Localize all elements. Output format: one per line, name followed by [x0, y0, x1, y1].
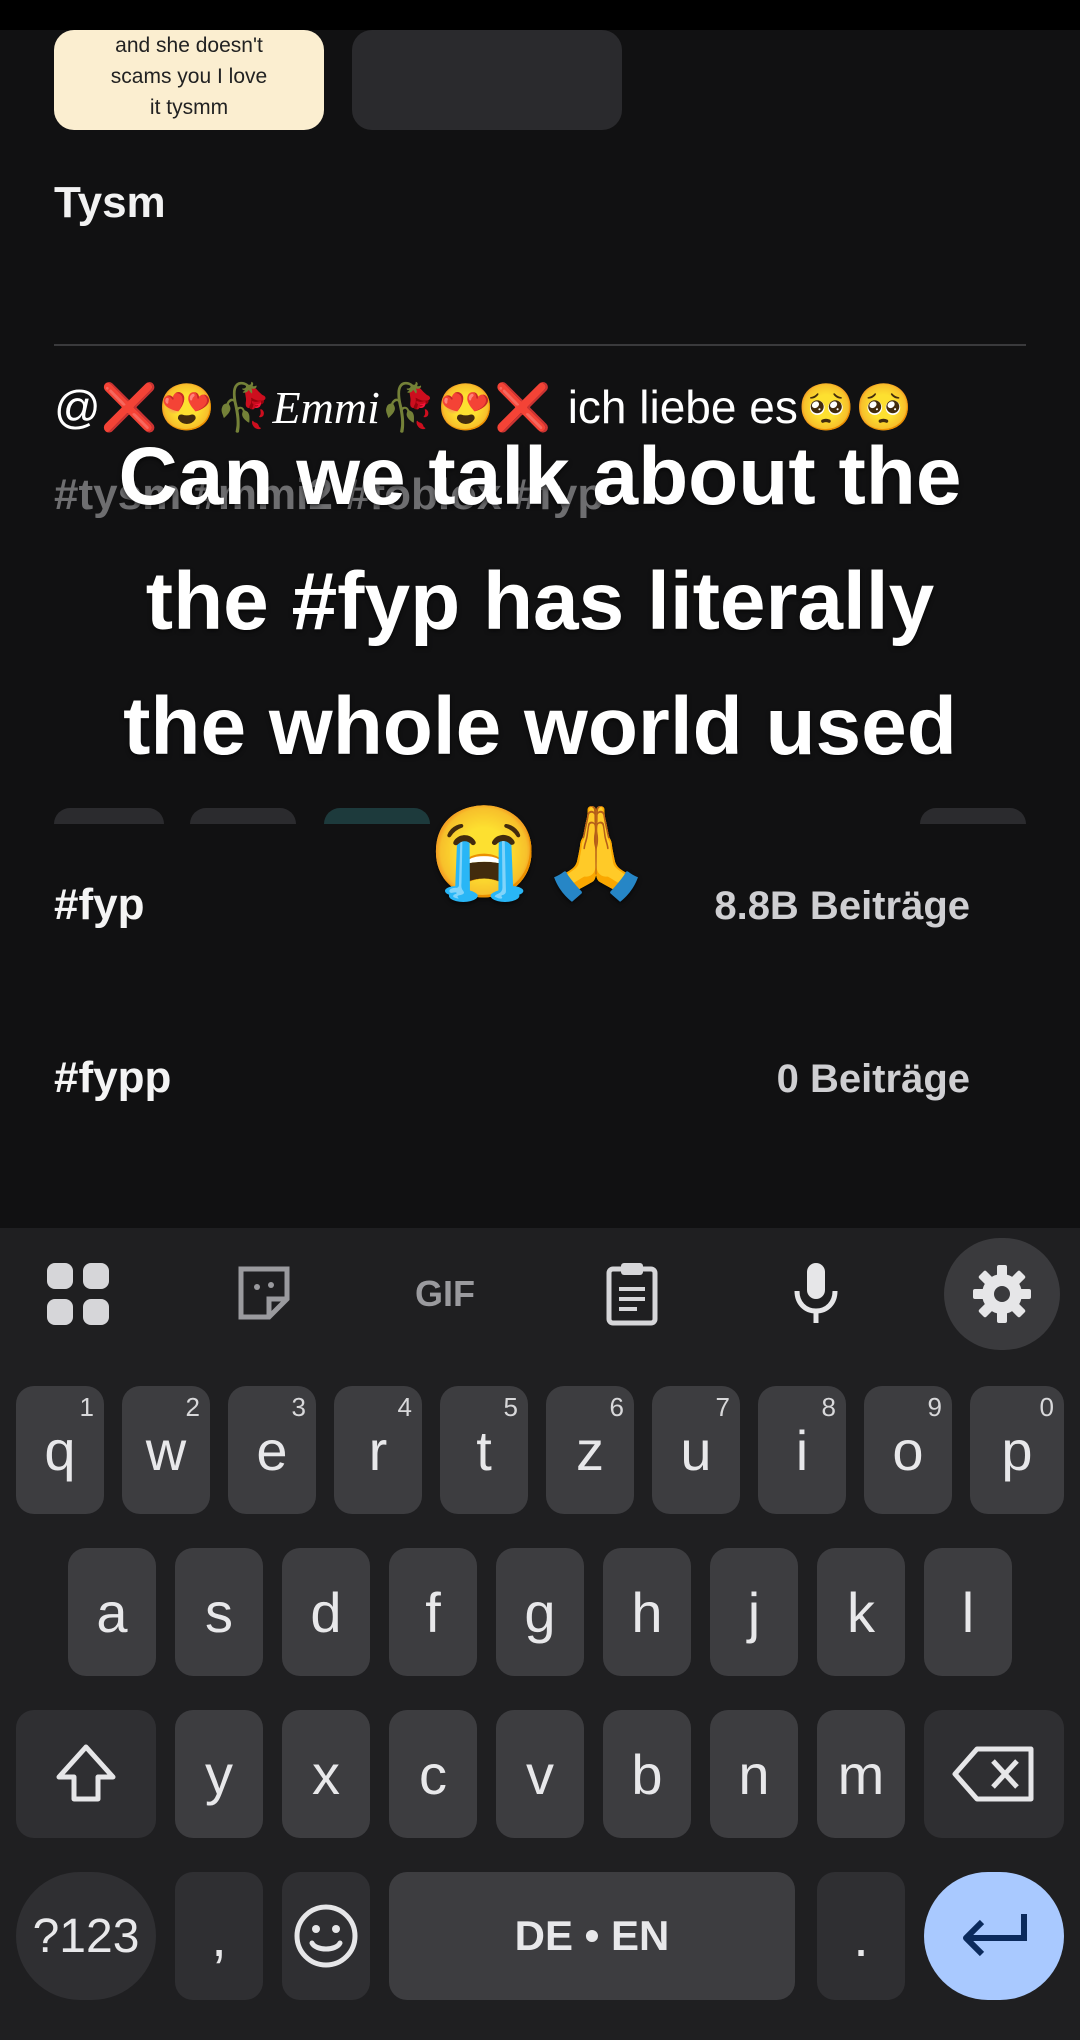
backspace-key[interactable]	[924, 1710, 1064, 1838]
enter-icon	[963, 1914, 1027, 1957]
card-text-line-1: and she doesn't	[115, 34, 263, 57]
overlay-caption-line-1: Can we talk about the	[118, 431, 962, 522]
microphone-icon[interactable]	[776, 1258, 856, 1330]
key-s[interactable]: s	[175, 1548, 263, 1676]
emoji-icon	[294, 1904, 358, 1968]
key-v[interactable]: v	[496, 1710, 584, 1838]
key-l[interactable]: l	[924, 1548, 1012, 1676]
status-strip	[0, 0, 1080, 30]
key-m[interactable]: m	[817, 1710, 905, 1838]
key-f[interactable]: f	[389, 1548, 477, 1676]
emoji-key[interactable]	[282, 1872, 370, 2000]
key-a[interactable]: a	[68, 1548, 156, 1676]
clipboard-icon[interactable]	[592, 1258, 672, 1330]
hashtag-suggestion-fypp[interactable]: #fypp	[54, 1053, 171, 1103]
key-x[interactable]: x	[282, 1710, 370, 1838]
sticker-icon[interactable]	[224, 1258, 304, 1330]
space-key[interactable]: DE • EN	[389, 1872, 795, 2000]
key-y[interactable]: y	[175, 1710, 263, 1838]
key-j[interactable]: j	[710, 1548, 798, 1676]
card-text-line-3: it tysmm	[149, 96, 229, 119]
gear-icon[interactable]	[944, 1238, 1060, 1350]
key-p[interactable]: p0	[970, 1386, 1064, 1514]
key-c[interactable]: c	[389, 1710, 477, 1838]
shift-key[interactable]	[16, 1710, 156, 1838]
key-g[interactable]: g	[496, 1548, 584, 1676]
key-k[interactable]: k	[817, 1548, 905, 1676]
key-i[interactable]: i8	[758, 1386, 846, 1514]
video-thumbnail-card-empty[interactable]	[352, 30, 622, 130]
overlay-caption-line-3: the whole world used	[123, 681, 957, 772]
key-o[interactable]: o9	[864, 1386, 952, 1514]
shift-icon	[56, 1744, 116, 1802]
hashtag-count-fyp: 8.8B Beiträge	[714, 884, 970, 928]
enter-key[interactable]	[924, 1872, 1064, 2000]
chip[interactable]	[190, 808, 296, 824]
key-d[interactable]: d	[282, 1548, 370, 1676]
post-caption: Tysm	[54, 178, 166, 227]
key-w[interactable]: w2	[122, 1386, 210, 1514]
key-b[interactable]: b	[603, 1710, 691, 1838]
comment-body: ich liebe es🥺🥺	[567, 381, 913, 433]
apps-grid-icon[interactable]	[38, 1258, 118, 1330]
key-e[interactable]: e3	[228, 1386, 316, 1514]
comma-key[interactable]: ,	[175, 1872, 263, 2000]
chip[interactable]	[324, 808, 430, 824]
key-u[interactable]: u7	[652, 1386, 740, 1514]
divider	[54, 344, 1026, 346]
chip[interactable]	[54, 808, 164, 824]
key-r[interactable]: r4	[334, 1386, 422, 1514]
comment-input-text[interactable]: @❌😍🥀Emmi🥀😍❌ ich liebe es🥺🥺	[54, 380, 912, 435]
symbols-key[interactable]: ?123	[16, 1872, 156, 2000]
chip[interactable]	[920, 808, 1026, 824]
mention-name: Emmi	[272, 382, 380, 433]
gif-button[interactable]: GIF	[405, 1258, 485, 1330]
key-q[interactable]: q1	[16, 1386, 104, 1514]
hashtag-count-fypp: 0 Beiträge	[776, 1057, 970, 1101]
key-n[interactable]: n	[710, 1710, 798, 1838]
video-thumbnail-card[interactable]: and she doesn't scams you I love it tysm…	[54, 30, 324, 130]
mention-suffix: 🥀😍❌	[379, 381, 552, 433]
key-h[interactable]: h	[603, 1548, 691, 1676]
key-z[interactable]: z6	[546, 1386, 634, 1514]
hashtag-suggestion-fyp[interactable]: #fyp	[54, 880, 144, 930]
mention-prefix: @❌😍🥀	[54, 381, 273, 433]
key-t[interactable]: t5	[440, 1386, 528, 1514]
overlay-caption-line-2: the #fyp has literally	[145, 556, 935, 647]
period-key[interactable]: .	[817, 1872, 905, 2000]
card-text-line-2: scams you I love	[110, 65, 268, 88]
backspace-icon	[952, 1746, 1034, 1802]
